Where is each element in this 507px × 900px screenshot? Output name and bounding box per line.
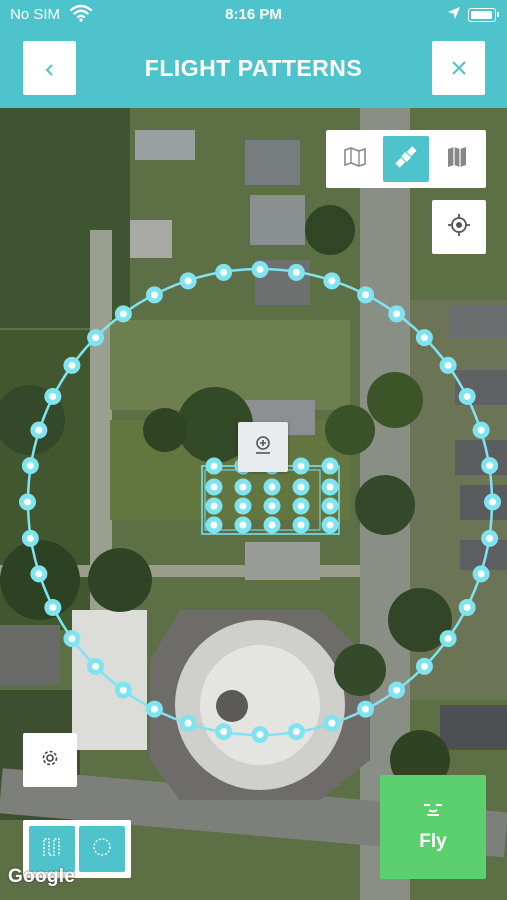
orbit-waypoint[interactable] [30,565,48,583]
fly-button-label: Fly [419,830,447,852]
grid-waypoint[interactable] [292,497,310,515]
orbit-waypoint[interactable] [458,387,476,405]
orbit-waypoint[interactable] [388,681,406,699]
orbit-waypoint[interactable] [87,657,105,675]
location-arrow-icon [447,6,461,24]
orbit-waypoint[interactable] [21,457,39,475]
orbit-waypoint[interactable] [21,529,39,547]
orbit-waypoint[interactable] [114,305,132,323]
grid-waypoint[interactable] [263,478,281,496]
orbit-waypoint[interactable] [30,421,48,439]
orbit-waypoint[interactable] [179,272,197,290]
orbit-waypoint[interactable] [287,263,305,281]
grid-waypoint[interactable] [321,478,339,496]
google-attribution: Google [8,866,76,887]
pattern-option-orbit[interactable] [79,826,125,872]
map-icon [343,146,367,173]
orbit-waypoint[interactable] [87,329,105,347]
close-button[interactable] [432,41,485,95]
satellite-icon [392,143,420,176]
orbit-waypoint[interactable] [484,493,501,511]
orbit-waypoint[interactable] [472,421,490,439]
grid-waypoint[interactable] [321,497,339,515]
grid-waypoint[interactable] [205,497,223,515]
grid-waypoint[interactable] [234,516,252,534]
grid-waypoint[interactable] [205,478,223,496]
map-type-option-terrain[interactable] [434,136,480,182]
grid-waypoint[interactable] [292,457,310,475]
orbit-waypoint[interactable] [323,272,341,290]
status-bar: No SIM 8:16 PM [0,0,507,30]
orbit-waypoint[interactable] [472,565,490,583]
orbit-waypoint[interactable] [439,356,457,374]
app-header: No SIM 8:16 PM FLIGHT PATTERNS [0,0,507,108]
clock: 8:16 PM [225,6,282,23]
settings-button[interactable] [23,733,77,787]
orbit-waypoint[interactable] [63,356,81,374]
center-on-pattern-button[interactable] [238,422,288,472]
orbit-waypoint[interactable] [415,657,433,675]
grid-waypoint[interactable] [321,457,339,475]
fly-button[interactable]: Fly [380,775,486,879]
grid-waypoint[interactable] [234,478,252,496]
map-type-selector [326,130,486,188]
orbit-waypoint[interactable] [145,700,163,718]
orbit-waypoint[interactable] [179,714,197,732]
my-location-button[interactable] [432,200,486,254]
orbit-waypoint[interactable] [481,529,499,547]
orbit-waypoint[interactable] [114,681,132,699]
page-title: FLIGHT PATTERNS [144,55,363,81]
orbit-waypoint[interactable] [44,599,62,617]
orbit-pattern-icon [91,836,113,863]
grid-waypoint[interactable] [292,478,310,496]
grid-waypoint[interactable] [263,497,281,515]
map-type-option-satellite[interactable] [382,136,429,182]
orbit-waypoint[interactable] [63,630,81,648]
zoom-to-pattern-icon [252,434,274,461]
close-icon [450,53,468,84]
orbit-waypoint[interactable] [287,723,305,741]
grid-waypoint[interactable] [234,497,252,515]
orbit-waypoint[interactable] [215,723,233,741]
orbit-waypoint[interactable] [439,630,457,648]
orbit-waypoint[interactable] [215,263,233,281]
grid-waypoint[interactable] [321,516,339,534]
grid-waypoint[interactable] [292,516,310,534]
battery-icon [468,8,499,22]
orbit-waypoint[interactable] [357,700,375,718]
orbit-waypoint[interactable] [251,261,269,278]
orbit-waypoint[interactable] [19,493,36,511]
gear-icon [40,748,60,773]
orbit-waypoint[interactable] [481,457,499,475]
grid-waypoint[interactable] [263,516,281,534]
orbit-waypoint[interactable] [323,714,341,732]
terrain-map-icon [446,146,468,173]
crosshair-icon [448,213,470,241]
map-type-option-map[interactable] [332,136,378,182]
orbit-waypoint[interactable] [145,286,163,304]
orbit-waypoint[interactable] [458,599,476,617]
orbit-waypoint[interactable] [251,726,269,743]
lawnmower-pattern-icon [41,836,63,863]
drone-icon [421,802,445,823]
grid-waypoint[interactable] [205,516,223,534]
orbit-waypoint[interactable] [357,286,375,304]
orbit-waypoint[interactable] [44,387,62,405]
orbit-waypoint[interactable] [415,329,433,347]
orbit-waypoint[interactable] [388,305,406,323]
grid-waypoint[interactable] [205,457,223,475]
